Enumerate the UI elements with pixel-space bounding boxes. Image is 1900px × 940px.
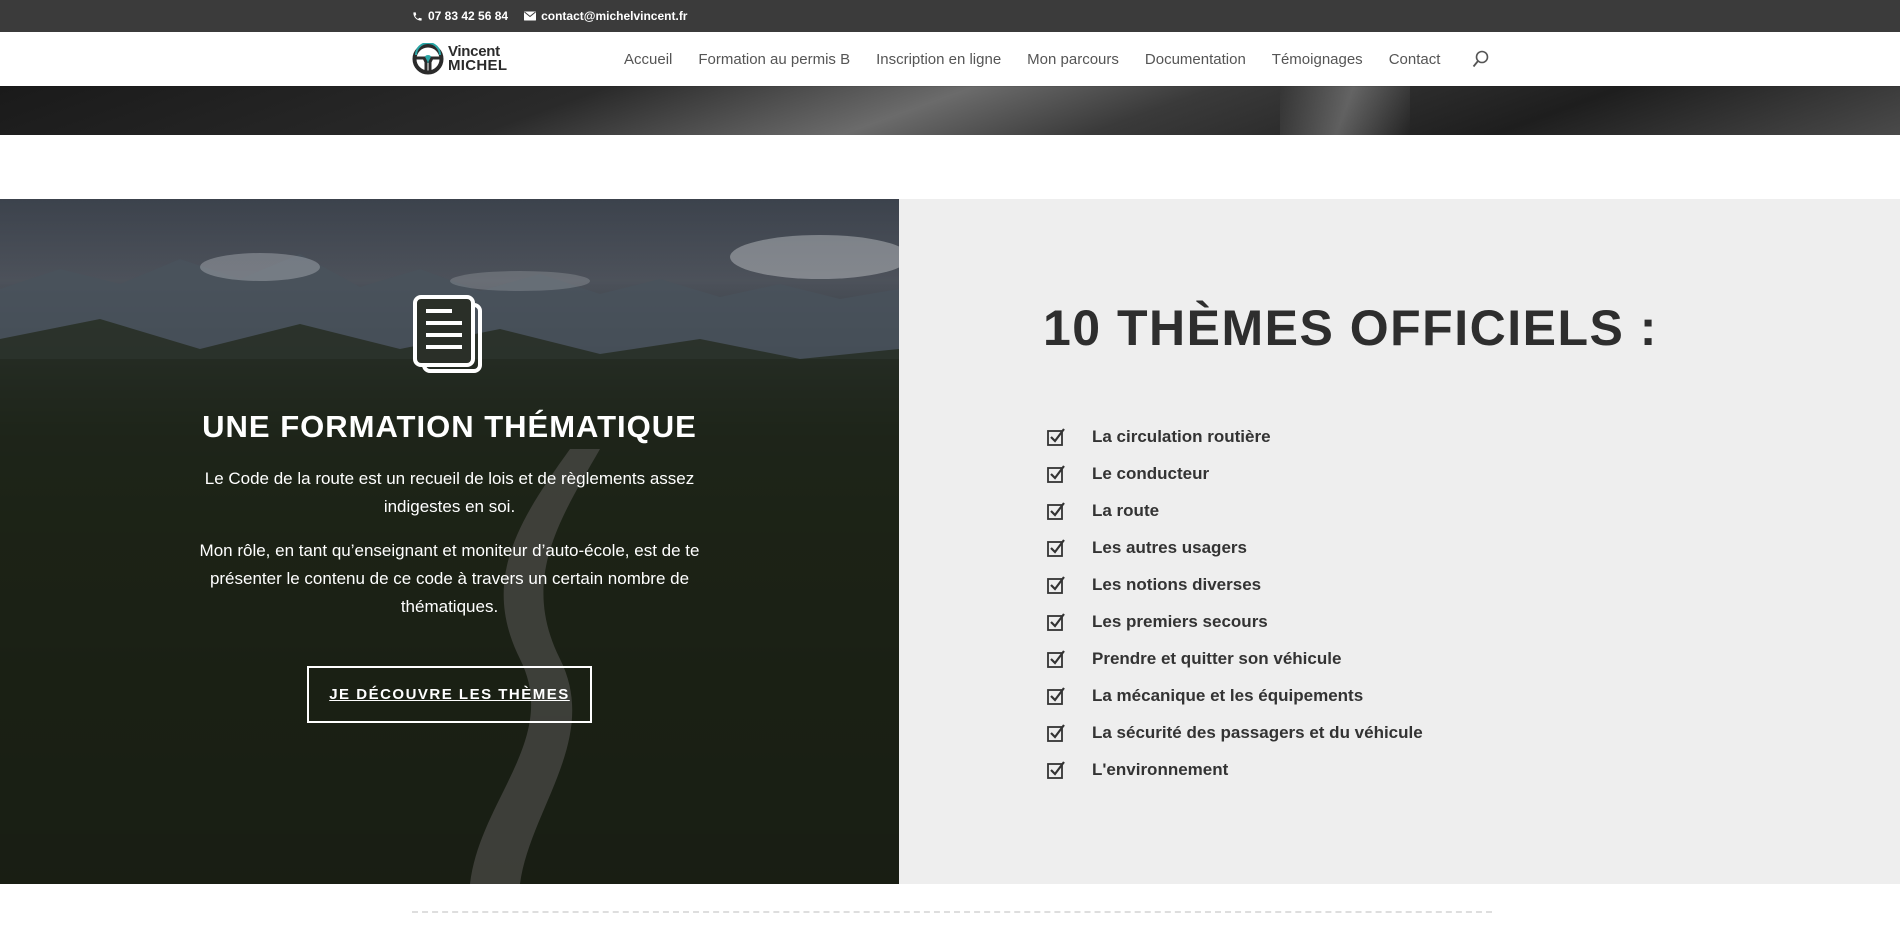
hero-banner — [0, 86, 1900, 135]
email-contact[interactable]: contact@michelvincent.fr — [524, 9, 687, 23]
nav-contact[interactable]: Contact — [1389, 51, 1441, 68]
nav-temoignages[interactable]: Témoignages — [1272, 51, 1363, 68]
thematic-panel: UNE FORMATION THÉMATIQUE Le Code de la r… — [0, 199, 899, 884]
themes-list: La circulation routière Le conducteur La… — [1046, 418, 1423, 788]
phone-contact[interactable]: 07 83 42 56 84 — [412, 9, 508, 23]
theme-label: Les notions diverses — [1092, 574, 1262, 594]
theme-label: Les autres usagers — [1092, 537, 1247, 557]
thematic-title: UNE FORMATION THÉMATIQUE — [202, 409, 697, 444]
theme-label: La circulation routière — [1092, 426, 1271, 446]
logo-text: Vincent MICHEL — [448, 44, 508, 74]
nav-mon-parcours[interactable]: Mon parcours — [1027, 51, 1119, 68]
discover-themes-button[interactable]: JE DÉCOUVRE LES THÈMES — [307, 666, 592, 723]
site-header: Vincent MICHEL Accueil Formation au perm… — [0, 32, 1900, 86]
checkbox-checked-icon — [1047, 686, 1065, 705]
theme-label: Prendre et quitter son véhicule — [1092, 648, 1342, 668]
main-nav: Accueil Formation au permis B Inscriptio… — [624, 32, 1466, 86]
theme-label: Le conducteur — [1092, 463, 1210, 483]
search-icon[interactable] — [1472, 50, 1490, 68]
theme-label: La mécanique et les équipements — [1092, 685, 1364, 705]
thematic-paragraph-1: Le Code de la route est un recueil de lo… — [204, 469, 695, 516]
list-item: Prendre et quitter son véhicule — [1046, 640, 1423, 677]
list-item: Le conducteur — [1046, 455, 1423, 492]
list-item: Les premiers secours — [1046, 603, 1423, 640]
checkbox-checked-icon — [1047, 575, 1065, 594]
checkbox-checked-icon — [1047, 538, 1065, 557]
themes-panel: 10 THÈMES OFFICIELS : La circulation rou… — [899, 199, 1900, 884]
nav-accueil[interactable]: Accueil — [624, 51, 672, 68]
nav-inscription[interactable]: Inscription en ligne — [876, 51, 1001, 68]
list-item: Les autres usagers — [1046, 529, 1423, 566]
checkbox-checked-icon — [1047, 427, 1065, 446]
list-item: La sécurité des passagers et du véhicule — [1046, 714, 1423, 751]
mail-icon — [524, 11, 537, 21]
top-bar: 07 83 42 56 84 contact@michelvincent.fr — [0, 0, 1900, 32]
nav-documentation[interactable]: Documentation — [1145, 51, 1246, 68]
checkbox-checked-icon — [1047, 464, 1065, 483]
phone-number: 07 83 42 56 84 — [428, 9, 509, 23]
themes-title: 10 THÈMES OFFICIELS : — [1043, 300, 1658, 356]
theme-label: L'environnement — [1092, 759, 1229, 779]
checkbox-checked-icon — [1047, 612, 1065, 631]
checkbox-checked-icon — [1047, 723, 1065, 742]
checkbox-checked-icon — [1047, 649, 1065, 668]
checkbox-checked-icon — [1047, 760, 1065, 779]
theme-label: La sécurité des passagers et du véhicule — [1092, 722, 1423, 742]
theme-label: La route — [1092, 500, 1160, 520]
list-item: La route — [1046, 492, 1423, 529]
list-item: La circulation routière — [1046, 418, 1423, 455]
checkbox-checked-icon — [1047, 501, 1065, 520]
list-item: Les notions diverses — [1046, 566, 1423, 603]
theme-label: Les premiers secours — [1092, 611, 1268, 631]
document-icon — [413, 295, 482, 373]
thematic-paragraph-2: Mon rôle, en tant qu’enseignant et monit… — [199, 541, 700, 616]
thematic-content: UNE FORMATION THÉMATIQUE Le Code de la r… — [0, 199, 899, 884]
site-logo[interactable]: Vincent MICHEL — [412, 42, 507, 76]
section-divider — [412, 911, 1492, 913]
logo-line-2: MICHEL — [448, 57, 508, 74]
phone-icon — [413, 11, 422, 21]
email-address: contact@michelvincent.fr — [541, 9, 688, 23]
list-item: La mécanique et les équipements — [1046, 677, 1423, 714]
steering-wheel-icon — [412, 43, 444, 75]
list-item: L'environnement — [1046, 751, 1423, 788]
nav-formation-permis-b[interactable]: Formation au permis B — [698, 51, 850, 68]
